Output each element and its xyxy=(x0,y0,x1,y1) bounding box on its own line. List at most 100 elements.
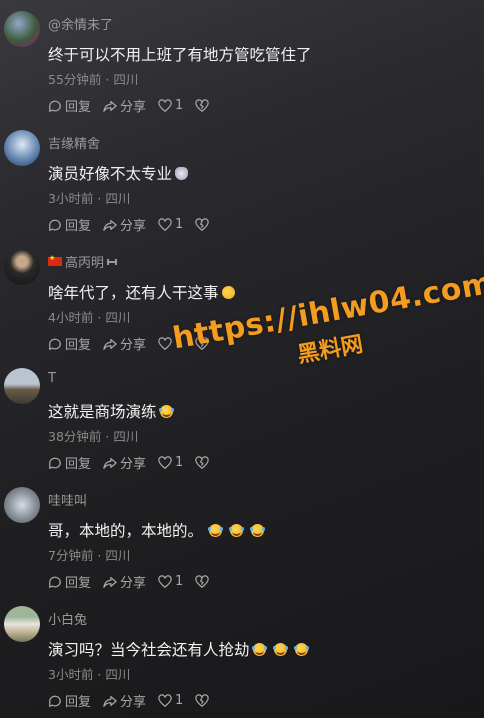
laughing-crying-emoji-icon xyxy=(251,643,266,656)
like-count: 1 xyxy=(175,98,184,113)
laughing-crying-emoji-icon xyxy=(158,405,173,418)
comment-actions: 回复 分享 1 xyxy=(48,453,221,472)
broken-heart-icon xyxy=(195,455,210,469)
share-icon xyxy=(103,338,117,350)
like-count: 1 xyxy=(175,217,184,232)
laughing-crying-emoji-icon xyxy=(293,643,308,656)
reply-button[interactable]: 回复 xyxy=(48,691,91,710)
share-label: 分享 xyxy=(120,457,147,472)
comment-username[interactable]: 哇哇叫 xyxy=(48,490,87,509)
reply-button[interactable]: 回复 xyxy=(48,96,91,115)
comment-text: 这就是商场演练 xyxy=(48,400,173,422)
share-button[interactable]: 分享 xyxy=(103,96,146,115)
share-button[interactable]: 分享 xyxy=(103,572,146,591)
reply-label: 回复 xyxy=(65,695,92,710)
avatar[interactable] xyxy=(4,487,40,523)
avatar[interactable] xyxy=(4,130,40,166)
reply-icon xyxy=(49,576,61,588)
laughing-crying-emoji-icon xyxy=(208,524,223,537)
china-flag-icon xyxy=(48,254,62,266)
comment-meta: 3小时前 · 四川 xyxy=(48,191,131,206)
share-label: 分享 xyxy=(120,219,147,234)
heart-icon xyxy=(158,455,172,469)
like-count: 1 xyxy=(175,455,184,470)
cat-emoji-icon xyxy=(175,167,189,180)
comment-text: 哥，本地的，本地的。 xyxy=(48,519,265,541)
share-label: 分享 xyxy=(120,338,147,353)
heart-icon xyxy=(158,693,172,707)
reply-label: 回复 xyxy=(65,100,92,115)
laughing-crying-emoji-icon xyxy=(229,524,244,537)
comment-meta: 4小时前 · 四川 xyxy=(48,310,131,325)
avatar[interactable] xyxy=(4,368,40,404)
reply-button[interactable]: 回复 xyxy=(48,334,91,353)
like-button[interactable]: 1 xyxy=(158,693,183,708)
broken-heart-icon xyxy=(195,217,210,231)
avatar[interactable] xyxy=(4,249,40,285)
comment-username[interactable]: 小白兔 xyxy=(48,609,87,628)
comment-text: 演习吗？当今社会还有人抢劫 xyxy=(48,638,308,660)
comment-username[interactable]: T xyxy=(48,371,56,386)
comment-text: 啥年代了，还有人干这事 xyxy=(48,281,235,303)
share-button[interactable]: 分享 xyxy=(103,691,146,710)
dislike-button[interactable] xyxy=(195,455,210,470)
reply-button[interactable]: 回复 xyxy=(48,215,91,234)
comment-meta: 3小时前 · 四川 xyxy=(48,667,131,682)
reply-icon xyxy=(49,100,61,112)
heart-icon xyxy=(158,336,172,350)
laughing-crying-emoji-icon xyxy=(250,524,265,537)
reply-icon xyxy=(49,219,61,231)
broken-heart-icon xyxy=(195,693,210,707)
share-icon xyxy=(103,576,117,588)
share-icon xyxy=(103,695,117,707)
reply-button[interactable]: 回复 xyxy=(48,453,91,472)
like-button[interactable]: 1 xyxy=(158,455,183,470)
share-button[interactable]: 分享 xyxy=(103,334,146,353)
reply-label: 回复 xyxy=(65,457,92,472)
share-label: 分享 xyxy=(120,100,147,115)
dumbbell-icon xyxy=(107,258,118,265)
dislike-button[interactable] xyxy=(195,98,210,113)
like-button[interactable]: 1 xyxy=(158,98,183,113)
broken-heart-icon xyxy=(195,574,210,588)
comment-username[interactable]: 吉缘精舍 xyxy=(48,133,100,152)
share-button[interactable]: 分享 xyxy=(103,215,146,234)
heart-icon xyxy=(158,574,172,588)
share-icon xyxy=(103,100,117,112)
reply-icon xyxy=(49,695,61,707)
heart-icon xyxy=(158,98,172,112)
share-label: 分享 xyxy=(120,576,147,591)
reply-label: 回复 xyxy=(65,576,92,591)
comment-username[interactable]: @余情未了 xyxy=(48,14,113,33)
comment-text: 演员好像不太专业 xyxy=(48,162,189,184)
like-count: 1 xyxy=(175,574,184,589)
dislike-button[interactable] xyxy=(195,217,210,232)
emoji-icon xyxy=(221,286,235,299)
reply-icon xyxy=(49,338,61,350)
share-icon xyxy=(103,219,117,231)
like-button[interactable]: 1 xyxy=(158,217,183,232)
reply-label: 回复 xyxy=(65,338,92,353)
dislike-button[interactable] xyxy=(195,574,210,589)
laughing-crying-emoji-icon xyxy=(272,643,287,656)
share-icon xyxy=(103,457,117,469)
avatar[interactable] xyxy=(4,11,40,47)
share-label: 分享 xyxy=(120,695,147,710)
share-button[interactable]: 分享 xyxy=(103,453,146,472)
heart-icon xyxy=(158,217,172,231)
comment-actions: 回复 分享 1 xyxy=(48,215,221,234)
comment-meta: 55分钟前 · 四川 xyxy=(48,72,139,87)
comment-actions: 回复 分享 1 xyxy=(48,96,221,115)
reply-icon xyxy=(49,457,61,469)
like-count: 1 xyxy=(175,693,184,708)
comment-actions: 回复 分享 1 xyxy=(48,691,221,710)
comment-actions: 回复 分享 1 xyxy=(48,572,221,591)
comment-username[interactable]: 高丙明 xyxy=(48,252,118,271)
comment-meta: 7分钟前 · 四川 xyxy=(48,548,131,563)
comment-text: 终于可以不用上班了有地方管吃管住了 xyxy=(48,46,312,64)
avatar[interactable] xyxy=(4,606,40,642)
comment-meta: 38分钟前 · 四川 xyxy=(48,429,139,444)
reply-button[interactable]: 回复 xyxy=(48,572,91,591)
like-button[interactable]: 1 xyxy=(158,574,183,589)
dislike-button[interactable] xyxy=(195,693,210,708)
